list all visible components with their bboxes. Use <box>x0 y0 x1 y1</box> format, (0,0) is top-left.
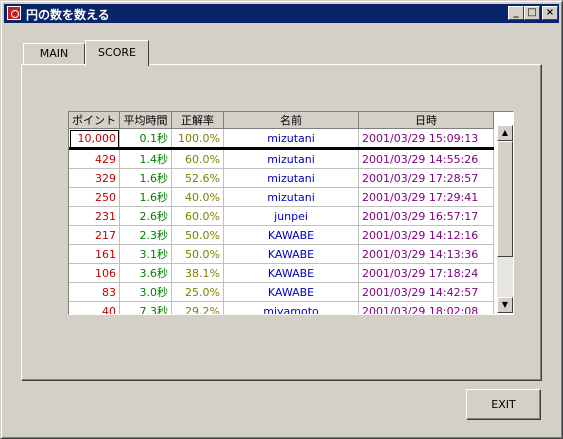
cell-points[interactable]: 250 <box>69 187 120 207</box>
cell-accuracy[interactable]: 100.0% <box>171 128 224 150</box>
cell-datetime[interactable]: 2001/03/29 14:55:26 <box>358 148 494 169</box>
header-points[interactable]: ポイント <box>69 112 120 129</box>
cell-name[interactable]: KAWABE <box>223 244 359 264</box>
tab-main[interactable]: MAIN <box>23 43 85 65</box>
cell-avg-time[interactable]: 1.6秒 <box>119 187 172 207</box>
cell-name[interactable]: KAWABE <box>223 282 359 302</box>
cell-accuracy[interactable]: 60.0% <box>171 148 224 169</box>
title-bar[interactable]: 円の数を数える _ □ × <box>4 4 559 23</box>
cell-datetime[interactable]: 2001/03/29 14:42:57 <box>358 282 494 302</box>
cell-name[interactable]: mizutani <box>223 187 359 207</box>
cell-accuracy[interactable]: 60.0% <box>171 206 224 226</box>
cell-name[interactable]: KAWABE <box>223 263 359 283</box>
cell-accuracy[interactable]: 25.0% <box>171 282 224 302</box>
cell-name[interactable]: mizutani <box>223 128 359 150</box>
cell-datetime[interactable]: 2001/03/29 17:29:41 <box>358 187 494 207</box>
scroll-thumb[interactable] <box>497 141 513 257</box>
cell-accuracy[interactable]: 50.0% <box>171 225 224 245</box>
cell-points[interactable]: 231 <box>69 206 120 226</box>
cell-points[interactable]: 40 <box>69 301 120 314</box>
cell-avg-time[interactable]: 0.1秒 <box>119 128 172 150</box>
cell-avg-time[interactable]: 2.6秒 <box>119 206 172 226</box>
table-row[interactable]: 83 3.0秒 25.0% KAWABE 2001/03/29 14:42:57 <box>69 282 494 302</box>
cell-points[interactable]: 217 <box>69 225 120 245</box>
grid-header-row: ポイント 平均時間 正解率 名前 日時 <box>69 112 494 129</box>
vertical-scrollbar[interactable]: ▲ ▼ <box>497 125 513 313</box>
cell-accuracy[interactable]: 40.0% <box>171 187 224 207</box>
cell-accuracy[interactable]: 38.1% <box>171 263 224 283</box>
cell-points[interactable]: 10,000 <box>69 128 120 150</box>
header-accuracy[interactable]: 正解率 <box>171 112 224 129</box>
cell-avg-time[interactable]: 7.3秒 <box>119 301 172 314</box>
cell-datetime[interactable]: 2001/03/29 14:12:16 <box>358 225 494 245</box>
score-table: ポイント 平均時間 正解率 名前 日時 10,000 0.1秒 100.0% m… <box>69 112 494 314</box>
cell-datetime[interactable]: 2001/03/29 14:13:36 <box>358 244 494 264</box>
cell-points[interactable]: 106 <box>69 263 120 283</box>
table-row[interactable]: 40 7.3秒 29.2% miyamoto 2001/03/29 18:02:… <box>69 301 494 314</box>
cell-avg-time[interactable]: 3.1秒 <box>119 244 172 264</box>
cell-accuracy[interactable]: 29.2% <box>171 301 224 314</box>
tab-score[interactable]: SCORE <box>85 40 149 66</box>
cell-avg-time[interactable]: 1.4秒 <box>119 148 172 169</box>
cell-accuracy[interactable]: 52.6% <box>171 168 224 188</box>
table-row[interactable]: 10,000 0.1秒 100.0% mizutani 2001/03/29 1… <box>69 128 494 150</box>
scroll-down-arrow-icon[interactable]: ▼ <box>497 297 513 313</box>
cell-accuracy[interactable]: 50.0% <box>171 244 224 264</box>
header-datetime[interactable]: 日時 <box>358 112 494 129</box>
cell-name[interactable]: mizutani <box>223 148 359 169</box>
cell-points[interactable]: 429 <box>69 148 120 169</box>
maximize-button[interactable]: □ <box>524 6 540 20</box>
cell-name[interactable]: miyamoto <box>223 301 359 314</box>
minimize-button[interactable]: _ <box>508 6 524 20</box>
scroll-up-arrow-icon[interactable]: ▲ <box>497 125 513 141</box>
cell-avg-time[interactable]: 3.0秒 <box>119 282 172 302</box>
app-window: 円の数を数える _ □ × MAIN SCORE ポイント 平均時間 正解率 名… <box>0 0 563 439</box>
cell-points[interactable]: 83 <box>69 282 120 302</box>
cell-avg-time[interactable]: 1.6秒 <box>119 168 172 188</box>
score-grid[interactable]: ポイント 平均時間 正解率 名前 日時 10,000 0.1秒 100.0% m… <box>68 111 514 315</box>
exit-button[interactable]: EXIT <box>466 389 541 420</box>
cell-datetime[interactable]: 2001/03/29 15:09:13 <box>358 128 494 150</box>
cell-avg-time[interactable]: 2.3秒 <box>119 225 172 245</box>
table-row[interactable]: 329 1.6秒 52.6% mizutani 2001/03/29 17:28… <box>69 168 494 188</box>
cell-datetime[interactable]: 2001/03/29 17:28:57 <box>358 168 494 188</box>
cell-avg-time[interactable]: 3.6秒 <box>119 263 172 283</box>
table-row[interactable]: 231 2.6秒 60.0% junpei 2001/03/29 16:57:1… <box>69 206 494 226</box>
table-row[interactable]: 250 1.6秒 40.0% mizutani 2001/03/29 17:29… <box>69 187 494 207</box>
cell-datetime[interactable]: 2001/03/29 16:57:17 <box>358 206 494 226</box>
app-icon <box>7 6 21 20</box>
table-row[interactable]: 106 3.6秒 38.1% KAWABE 2001/03/29 17:18:2… <box>69 263 494 283</box>
cell-name[interactable]: junpei <box>223 206 359 226</box>
cell-points[interactable]: 161 <box>69 244 120 264</box>
cell-points[interactable]: 329 <box>69 168 120 188</box>
cell-datetime[interactable]: 2001/03/29 17:18:24 <box>358 263 494 283</box>
header-avg-time[interactable]: 平均時間 <box>119 112 172 129</box>
table-row[interactable]: 161 3.1秒 50.0% KAWABE 2001/03/29 14:13:3… <box>69 244 494 264</box>
cell-name[interactable]: KAWABE <box>223 225 359 245</box>
header-name[interactable]: 名前 <box>223 112 359 129</box>
table-row[interactable]: 429 1.4秒 60.0% mizutani 2001/03/29 14:55… <box>69 148 494 169</box>
cell-datetime[interactable]: 2001/03/29 18:02:08 <box>358 301 494 314</box>
table-row[interactable]: 217 2.3秒 50.0% KAWABE 2001/03/29 14:12:1… <box>69 225 494 245</box>
close-button[interactable]: × <box>542 6 558 20</box>
window-title: 円の数を数える <box>26 8 110 22</box>
cell-name[interactable]: mizutani <box>223 168 359 188</box>
